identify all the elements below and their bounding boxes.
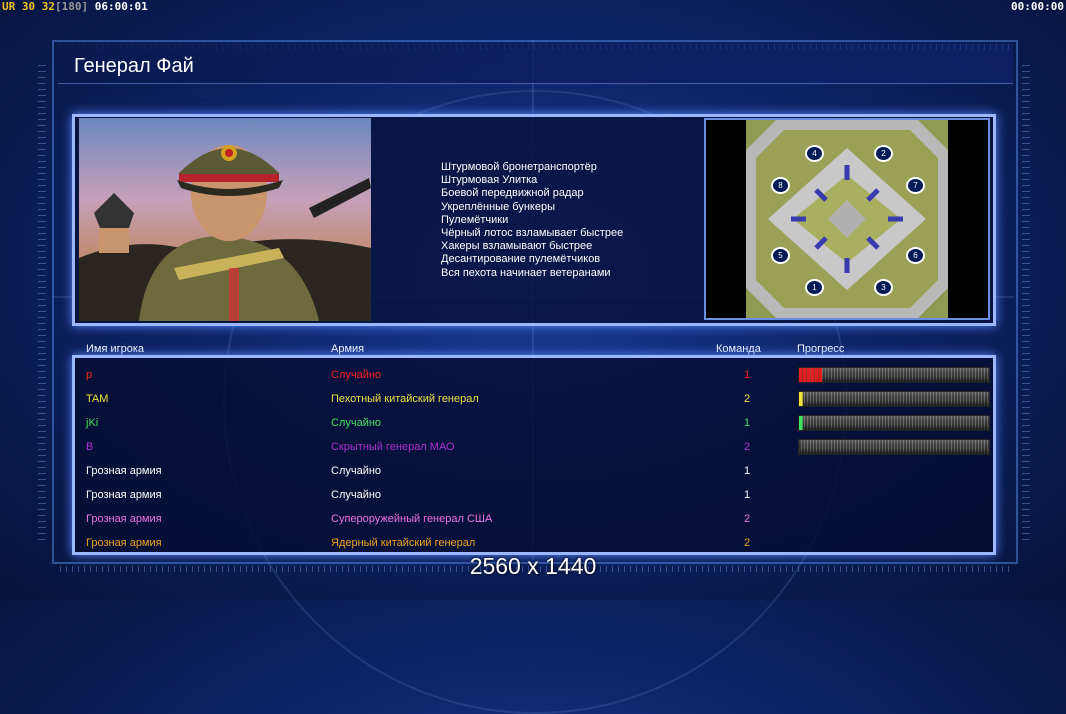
spawn-marker[interactable]: 1: [805, 279, 824, 296]
feature-item: Вся пехота начинает ветеранами: [441, 266, 611, 279]
team-select[interactable]: 1: [737, 489, 757, 501]
team-select[interactable]: 1: [737, 369, 757, 381]
hud-fps: 30: [21, 0, 36, 13]
army-select[interactable]: Случайно: [331, 465, 381, 477]
frame-ticks-left: [38, 60, 46, 540]
general-portrait: [79, 118, 371, 321]
player-name[interactable]: Грозная армия: [86, 537, 162, 549]
spawn-marker[interactable]: 5: [771, 247, 790, 264]
spawn-marker[interactable]: 6: [906, 247, 925, 264]
table-row[interactable]: TAM Пехотный китайский генерал 2: [76, 388, 991, 410]
hud-time-right: 00:00:00: [1011, 0, 1064, 13]
player-name[interactable]: B: [86, 441, 93, 453]
load-progress-fill: [799, 392, 803, 406]
army-select[interactable]: Скрытный генерал МАО: [331, 441, 455, 453]
army-select[interactable]: Случайно: [331, 417, 381, 429]
spawn-marker[interactable]: 3: [874, 279, 893, 296]
feature-item: Десантирование пулемётчиков: [441, 253, 601, 266]
spawn-marker[interactable]: 8: [771, 177, 790, 194]
team-select[interactable]: 2: [737, 537, 757, 549]
map-preview[interactable]: 4 2 8 7 5 6 1 3: [704, 118, 990, 320]
feature-item: Чёрный лотос взламывает быстрее: [441, 227, 624, 240]
load-progress-bar: [798, 439, 990, 455]
game-screen: { "hud": {"mode": "UR", "fps": "30", "fp…: [0, 0, 1066, 714]
feature-item: Пулемётчики: [441, 213, 509, 226]
resolution-overlay: 2560 x 1440: [469, 553, 597, 579]
army-select[interactable]: Ядерный китайский генерал: [331, 537, 475, 549]
feature-item: Штурмовой бронетранспортёр: [441, 161, 597, 173]
player-name[interactable]: Грозная армия: [86, 465, 162, 477]
player-name[interactable]: Грозная армия: [86, 513, 162, 525]
performance-hud: UR 30 32[180] 06:00:01: [2, 0, 148, 13]
team-select[interactable]: 1: [737, 417, 757, 429]
player-name[interactable]: р: [86, 369, 92, 381]
table-row[interactable]: р Случайно 1: [76, 364, 991, 386]
load-progress-bar: [798, 415, 990, 431]
player-name[interactable]: TAM: [86, 393, 108, 405]
player-name[interactable]: jKi: [86, 417, 98, 429]
title-bar: [58, 43, 1013, 84]
team-select[interactable]: 2: [737, 393, 757, 405]
frame-ticks-right: [1022, 60, 1030, 540]
table-row[interactable]: Грозная армия Ядерный китайский генерал 2: [76, 532, 991, 554]
feature-item: Боевой передвижной радар: [441, 187, 584, 200]
spawn-marker[interactable]: 2: [874, 145, 893, 162]
load-progress-fill: [799, 368, 822, 382]
feature-item: Хакеры взламывают быстрее: [441, 240, 593, 253]
spawn-marker[interactable]: 7: [906, 177, 925, 194]
column-header-name: Имя игрока: [86, 343, 145, 355]
team-select[interactable]: 2: [737, 513, 757, 525]
column-header-progress: Прогресс: [797, 343, 845, 355]
army-select[interactable]: Случайно: [331, 489, 381, 501]
table-row[interactable]: Грозная армия Супероружейный генерал США 2: [76, 508, 991, 530]
general-portrait-image: [79, 145, 371, 321]
player-name[interactable]: Грозная армия: [86, 489, 162, 501]
team-select[interactable]: 1: [737, 465, 757, 477]
general-feature-list: Штурмовой бронетранспортёр Штурмовая Ули…: [441, 161, 623, 280]
column-header-army: Армия: [331, 343, 365, 355]
hud-fps-cap: [180]: [55, 0, 89, 13]
spawn-marker[interactable]: 4: [805, 145, 824, 162]
army-select[interactable]: Пехотный китайский генерал: [331, 393, 479, 405]
table-row[interactable]: Грозная армия Случайно 1: [76, 460, 991, 482]
hud-fps-secondary: 32: [41, 0, 55, 13]
map-preview-image: [746, 120, 948, 318]
feature-item: Укреплённые бункеры: [441, 200, 555, 213]
army-select[interactable]: Случайно: [331, 369, 381, 381]
page-title: Генерал Фай: [74, 55, 194, 77]
column-header-team: Команда: [716, 343, 761, 355]
table-row[interactable]: Грозная армия Случайно 1: [76, 484, 991, 506]
hud-mode: UR: [2, 0, 16, 13]
army-select[interactable]: Супероружейный генерал США: [331, 513, 492, 525]
feature-item: Штурмовая Улитка: [441, 174, 538, 187]
hud-time-left: 06:00:01: [94, 0, 148, 13]
load-progress-bar: [798, 391, 990, 407]
team-select[interactable]: 2: [737, 441, 757, 453]
load-progress-fill: [799, 416, 803, 430]
table-row[interactable]: jKi Случайно 1: [76, 412, 991, 434]
load-progress-bar: [798, 367, 990, 383]
table-row[interactable]: B Скрытный генерал МАО 2: [76, 436, 991, 458]
